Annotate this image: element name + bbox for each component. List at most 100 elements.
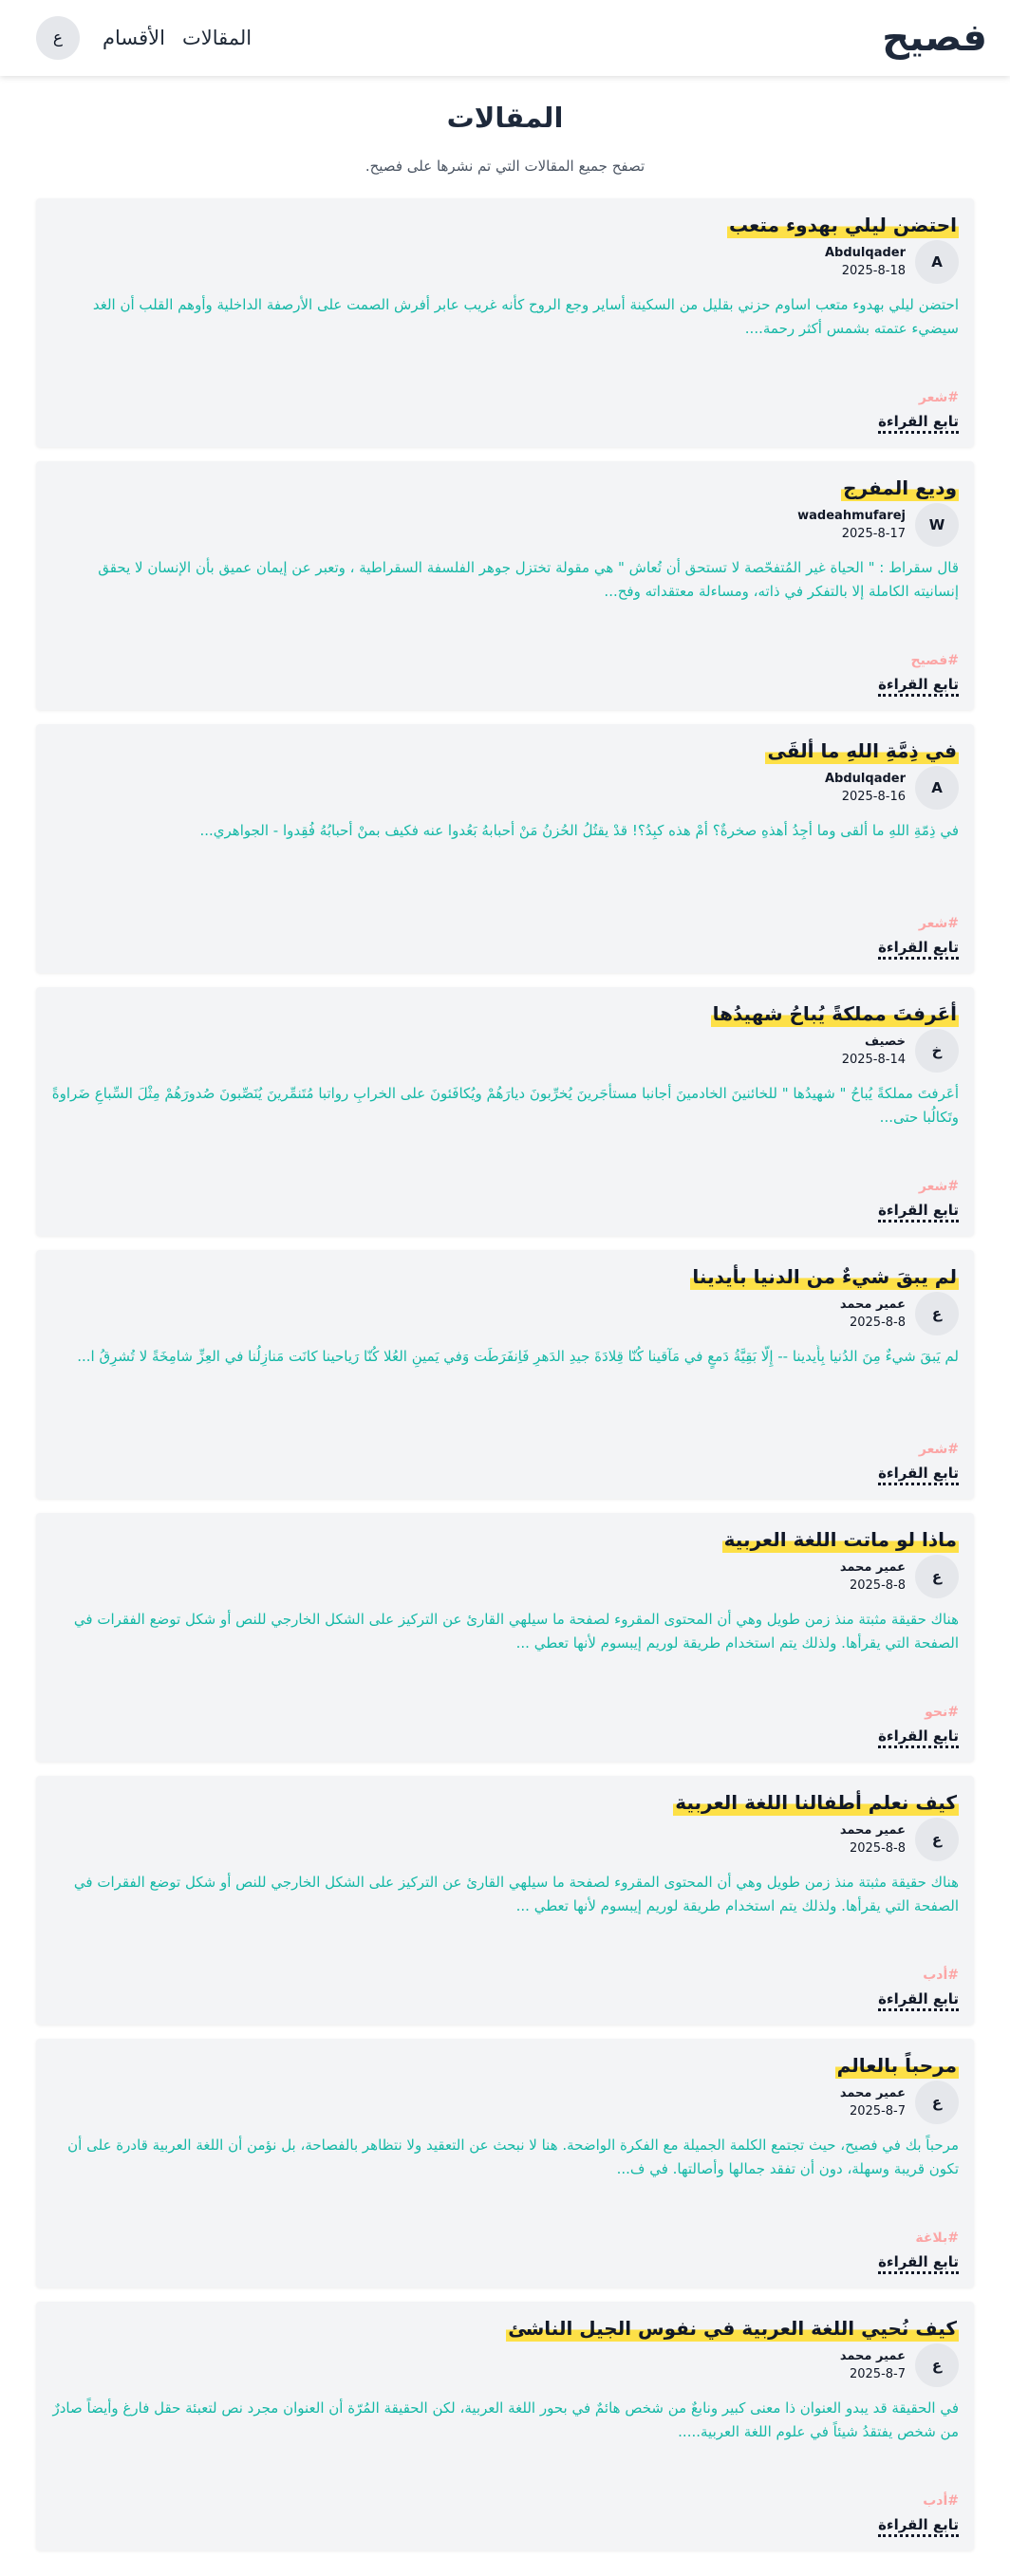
post-author-row: ع عمير محمد 2025-8-8 xyxy=(51,1555,959,1598)
post-footer: #نحو تابع القراءة xyxy=(878,1705,959,1748)
author-meta: عمير محمد 2025-8-7 xyxy=(840,2086,906,2119)
post-excerpt: في الحقيقة قد يبدو العنوان ذا معنى كبير … xyxy=(52,2399,960,2440)
post-date: 2025-8-16 xyxy=(841,790,906,804)
site-logo[interactable]: فصيح xyxy=(882,16,987,60)
nav-link-articles[interactable]: المقالات xyxy=(182,27,252,49)
author-avatar: خ xyxy=(915,1029,959,1073)
read-more-link[interactable]: تابع القراءة xyxy=(878,2516,959,2537)
post-author-row: ع عمير محمد 2025-8-8 xyxy=(51,1818,959,1861)
post-card: ماذا لو ماتت اللغة العربية ع عمير محمد 2… xyxy=(36,1513,974,1762)
author-name[interactable]: عمير محمد xyxy=(840,2086,906,2100)
post-title[interactable]: لم يبقَ شيءٌ من الدنيا بأيدينا xyxy=(690,1263,959,1290)
post-tag[interactable]: #شعر xyxy=(919,916,959,931)
post-card: كيف نعلم أطفالنا اللغة العربية ع عمير مح… xyxy=(36,1776,974,2025)
post-date: 2025-8-7 xyxy=(849,2104,906,2119)
post-card: أعَرفتَ مملكةً يُباحُ شهيدُها خ خصيف 202… xyxy=(36,987,974,1236)
read-more-link[interactable]: تابع القراءة xyxy=(878,939,959,960)
post-title[interactable]: مرحباً بالعالم xyxy=(834,2052,959,2079)
author-meta: Abdulqader 2025-8-16 xyxy=(825,772,906,804)
author-avatar: A xyxy=(915,766,959,810)
author-meta: عمير محمد 2025-8-8 xyxy=(840,1297,906,1330)
page-subtitle: تصفح جميع المقالات التي تم نشرها على فصي… xyxy=(365,158,645,175)
post-date: 2025-8-8 xyxy=(849,1316,906,1330)
post-author-row: ع عمير محمد 2025-8-7 xyxy=(51,2081,959,2124)
post-title[interactable]: احتضن ليلي بهدوء متعب xyxy=(726,212,959,238)
post-excerpt: مرحباً بك في فصيح، حيث تجتمع الكلمة الجم… xyxy=(67,2137,959,2177)
post-author-row: A Abdulqader 2025-8-18 xyxy=(51,240,959,284)
post-card: كيف نُحيي اللغة العربية في نفوس الجيل ال… xyxy=(36,2302,974,2550)
author-meta: wadeahmufarej 2025-8-17 xyxy=(797,509,906,541)
post-title[interactable]: وديع المفرج xyxy=(841,475,959,501)
post-footer: #شعر تابع القراءة xyxy=(878,1179,959,1223)
author-avatar: W xyxy=(915,503,959,547)
read-more-link[interactable]: تابع القراءة xyxy=(878,1465,959,1485)
post-excerpt: في ذِمّةِ اللهِ ما ألقى وما أجِدُ أهذهِ … xyxy=(199,822,959,839)
post-card: في ذِمَّةِ اللهِ ما ألقَى A Abdulqader 2… xyxy=(36,724,974,973)
author-avatar: ع xyxy=(915,1555,959,1598)
post-author-row: خ خصيف 2025-8-14 xyxy=(51,1029,959,1073)
read-more-link[interactable]: تابع القراءة xyxy=(878,1727,959,1748)
post-tag[interactable]: #بلاغة xyxy=(915,2231,959,2246)
author-avatar: ع xyxy=(915,2343,959,2387)
post-date: 2025-8-8 xyxy=(849,1578,906,1593)
post-card: وديع المفرج W wadeahmufarej 2025-8-17 قا… xyxy=(36,461,974,710)
post-author-row: ع عمير محمد 2025-8-8 xyxy=(51,1292,959,1335)
author-name[interactable]: خصيف xyxy=(842,1035,906,1049)
post-title[interactable]: كيف نُحيي اللغة العربية في نفوس الجيل ال… xyxy=(506,2315,959,2342)
author-name[interactable]: عمير محمد xyxy=(840,1823,906,1838)
post-author-row: W wadeahmufarej 2025-8-17 xyxy=(51,503,959,547)
post-footer: #أدب تابع القراءة xyxy=(878,1968,959,2011)
post-footer: #بلاغة تابع القراءة xyxy=(878,2231,959,2274)
author-name[interactable]: عمير محمد xyxy=(840,2349,906,2363)
post-tag[interactable]: #فصيح xyxy=(911,653,960,668)
post-card: احتضن ليلي بهدوء متعب A Abdulqader 2025-… xyxy=(36,198,974,447)
post-footer: #شعر تابع القراءة xyxy=(878,916,959,960)
post-author-row: ع عمير محمد 2025-8-7 xyxy=(51,2343,959,2387)
post-footer: #أدب تابع القراءة xyxy=(878,2493,959,2537)
post-title[interactable]: أعَرفتَ مملكةً يُباحُ شهيدُها xyxy=(710,1000,959,1027)
nav-link-sections[interactable]: الأقسام xyxy=(103,27,165,49)
post-title[interactable]: ماذا لو ماتت اللغة العربية xyxy=(721,1526,959,1553)
post-tag[interactable]: #شعر xyxy=(919,390,959,405)
post-title[interactable]: كيف نعلم أطفالنا اللغة العربية xyxy=(673,1789,959,1816)
read-more-link[interactable]: تابع القراءة xyxy=(878,413,959,434)
post-excerpt: هناك حقيقة مثبتة منذ زمن طويل وهي أن الم… xyxy=(73,1611,959,1652)
author-name[interactable]: Abdulqader xyxy=(825,246,906,260)
post-footer: #شعر تابع القراءة xyxy=(878,390,959,434)
site-header: فصيح المقالات الأقسام ع xyxy=(0,0,1010,76)
read-more-link[interactable]: تابع القراءة xyxy=(878,1202,959,1223)
post-excerpt: لم يَبقَ شيءٌ مِنَ الدُنيا بِأَيدينا -- … xyxy=(77,1348,959,1365)
user-avatar-button[interactable]: ع xyxy=(36,16,80,60)
page-title: المقالات xyxy=(446,102,564,134)
post-date: 2025-8-7 xyxy=(849,2367,906,2381)
post-tag[interactable]: #أدب xyxy=(923,2493,959,2509)
author-avatar: ع xyxy=(915,1818,959,1861)
post-tag[interactable]: #أدب xyxy=(923,1968,959,1983)
post-card: مرحباً بالعالم ع عمير محمد 2025-8-7 مرحب… xyxy=(36,2039,974,2287)
author-meta: عمير محمد 2025-8-8 xyxy=(840,1823,906,1856)
post-title[interactable]: في ذِمَّةِ اللهِ ما ألقَى xyxy=(765,737,959,764)
post-card: لم يبقَ شيءٌ من الدنيا بأيدينا ع عمير مح… xyxy=(36,1250,974,1499)
post-footer: #شعر تابع القراءة xyxy=(878,1442,959,1485)
author-name[interactable]: wadeahmufarej xyxy=(797,509,906,523)
author-name[interactable]: عمير محمد xyxy=(840,1297,906,1312)
post-list: احتضن ليلي بهدوء متعب A Abdulqader 2025-… xyxy=(0,198,1010,2550)
author-name[interactable]: Abdulqader xyxy=(825,772,906,786)
post-excerpt: هناك حقيقة مثبتة منذ زمن طويل وهي أن الم… xyxy=(73,1874,959,1914)
post-tag[interactable]: #شعر xyxy=(919,1179,959,1194)
post-excerpt: احتضن ليلي بهدوء متعب اساوم حزني بقليل م… xyxy=(92,296,959,337)
read-more-link[interactable]: تابع القراءة xyxy=(878,676,959,697)
read-more-link[interactable]: تابع القراءة xyxy=(878,2253,959,2274)
post-tag[interactable]: #نحو xyxy=(925,1705,959,1720)
post-date: 2025-8-8 xyxy=(849,1841,906,1856)
post-excerpt: قال سقراط : " الحياة غير المُتفحّصة لا ت… xyxy=(98,559,959,600)
post-excerpt: أعَرفتَ مملكةً يُباحُ " شهيدُها " للخائن… xyxy=(51,1085,959,1126)
author-meta: Abdulqader 2025-8-18 xyxy=(825,246,906,278)
author-meta: عمير محمد 2025-8-7 xyxy=(840,2349,906,2381)
author-meta: خصيف 2025-8-14 xyxy=(842,1035,906,1067)
author-name[interactable]: عمير محمد xyxy=(840,1560,906,1575)
post-date: 2025-8-18 xyxy=(841,264,906,278)
post-author-row: A Abdulqader 2025-8-16 xyxy=(51,766,959,810)
read-more-link[interactable]: تابع القراءة xyxy=(878,1990,959,2011)
post-tag[interactable]: #شعر xyxy=(919,1442,959,1457)
